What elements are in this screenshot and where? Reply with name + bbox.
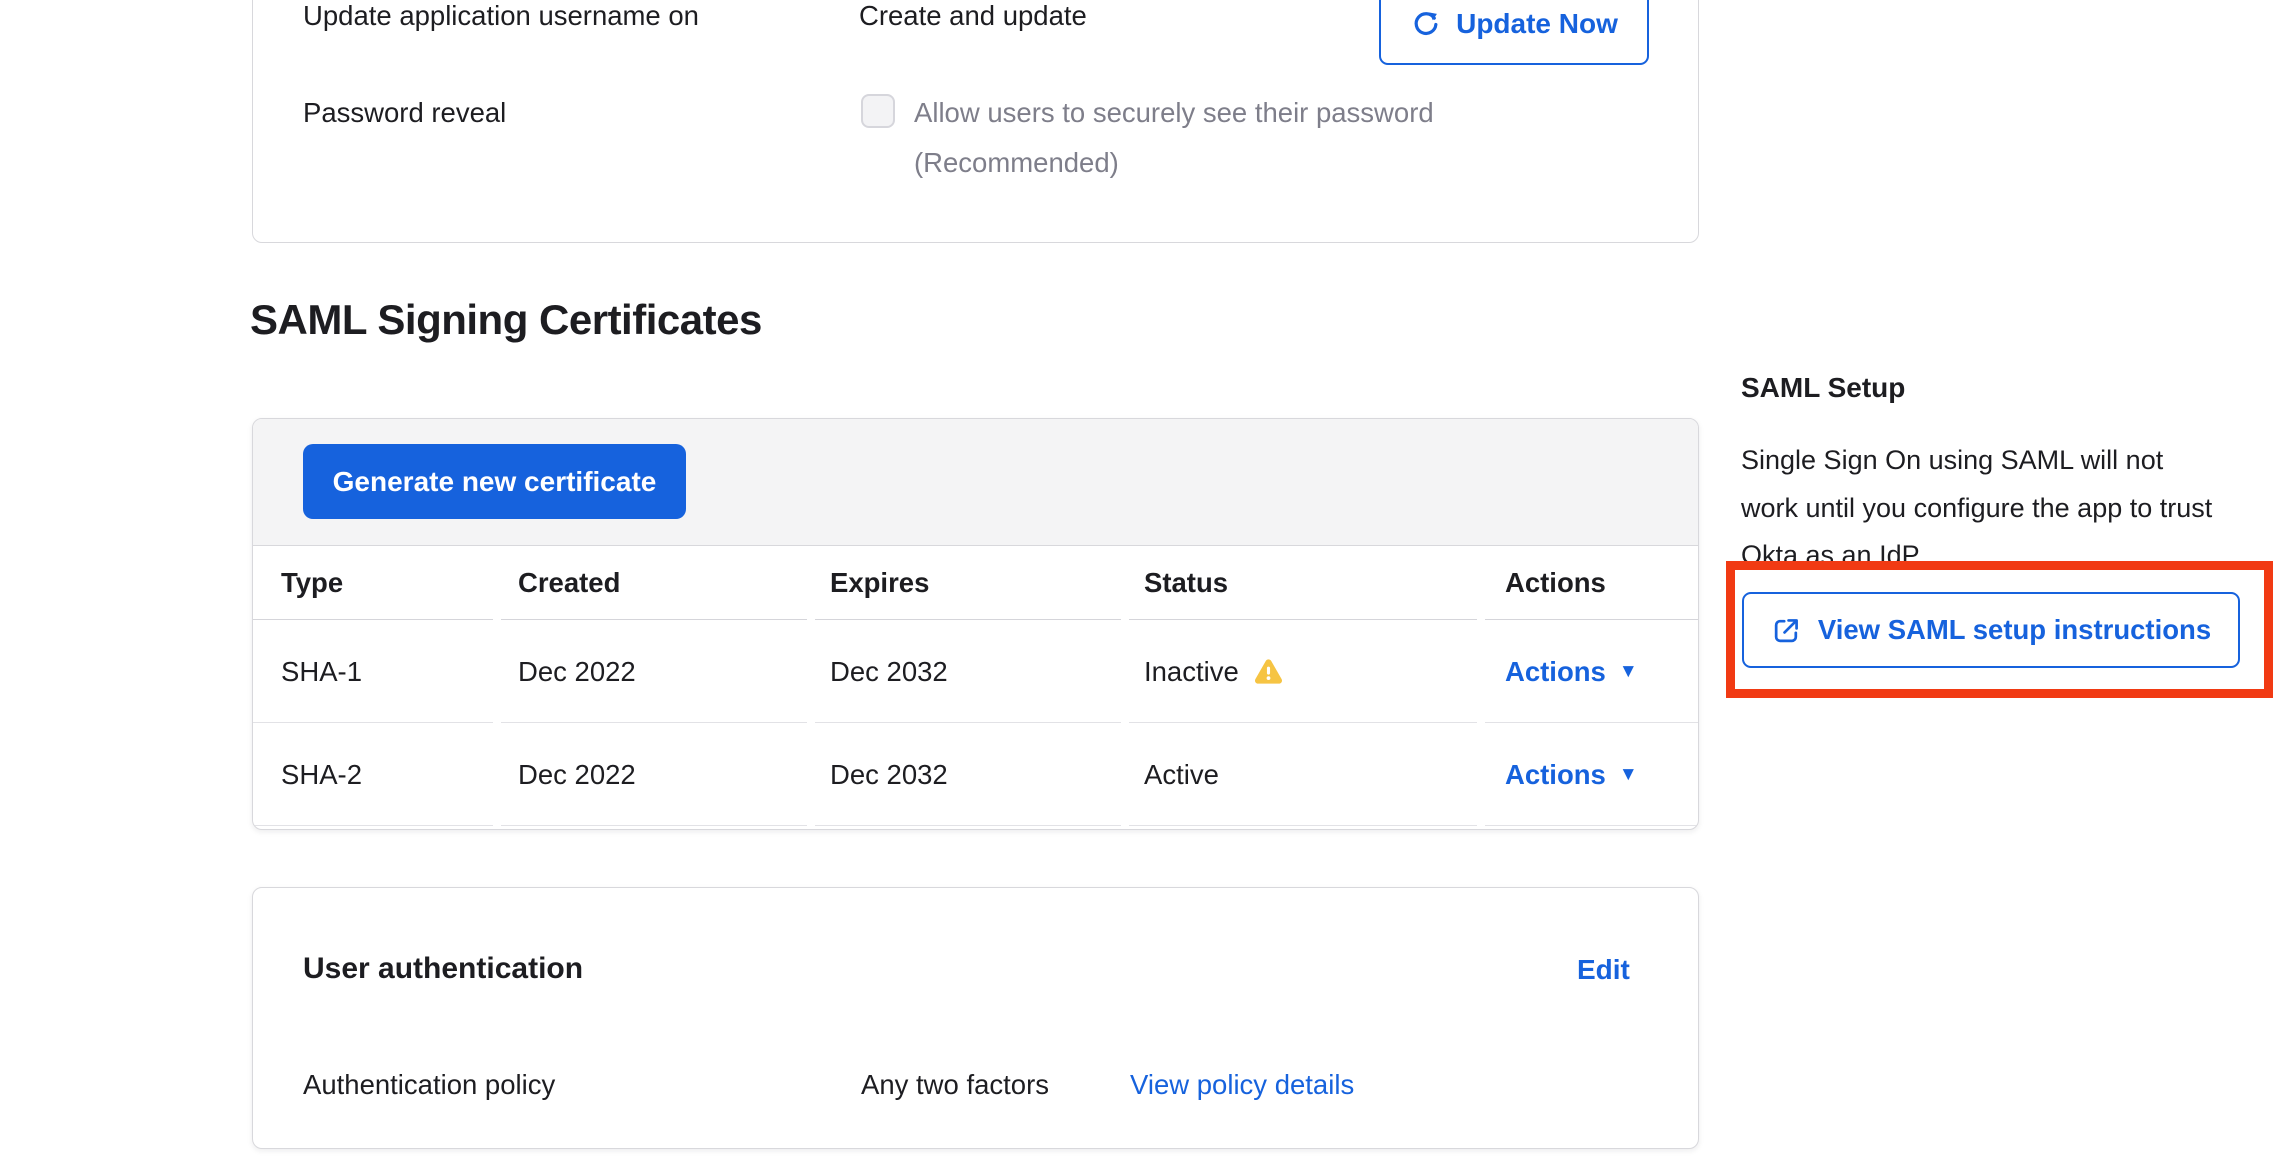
header-actions: Actions [1485,546,1698,620]
header-created: Created [501,546,807,620]
actions-label: Actions [1505,759,1606,791]
actions-dropdown-sha2[interactable]: Actions ▼ [1505,759,1638,791]
status-text: Active [1144,759,1219,791]
cell-created: Dec 2022 [501,724,807,826]
password-reveal-label: Password reveal [303,96,506,130]
certificates-toolbar: Generate new certificate [253,419,1698,546]
header-status: Status [1129,546,1477,620]
cell-actions: Actions ▼ [1485,621,1698,723]
header-type: Type [253,546,493,620]
user-authentication-title: User authentication [303,952,583,986]
status-text: Inactive [1144,656,1239,688]
password-reveal-recommended-note: (Recommended) [914,146,1119,180]
sign-on-settings-panel: Update application username on Create an… [252,0,1699,243]
caret-down-icon: ▼ [1619,765,1638,784]
refresh-icon [1410,8,1442,40]
cell-actions: Actions ▼ [1485,724,1698,826]
saml-signing-certificates-heading: SAML Signing Certificates [250,296,762,344]
cell-type: SHA-1 [253,621,493,723]
cell-expires: Dec 2032 [815,621,1121,723]
authentication-policy-label: Authentication policy [303,1068,555,1102]
external-link-icon [1771,615,1802,646]
certificates-panel: Generate new certificate Type Created Ex… [252,418,1699,830]
saml-setup-description: Single Sign On using SAML will not work … [1741,437,2221,580]
saml-setup-heading: SAML Setup [1741,372,1905,404]
authentication-policy-value: Any two factors [861,1068,1049,1102]
generate-new-certificate-button[interactable]: Generate new certificate [303,444,686,519]
actions-label: Actions [1505,656,1606,688]
user-authentication-panel: User authentication Edit Authentication … [252,887,1699,1149]
view-saml-setup-instructions-button[interactable]: View SAML setup instructions [1742,592,2240,668]
password-reveal-checkbox-label: Allow users to securely see their passwo… [914,96,1434,130]
header-expires: Expires [815,546,1121,620]
okta-app-settings-page: Update application username on Create an… [0,0,2279,1158]
cell-expires: Dec 2032 [815,724,1121,826]
table-row-sha2: SHA-2 Dec 2022 Dec 2032 Active Actions ▼ [253,724,1698,826]
cell-created: Dec 2022 [501,621,807,723]
cell-status: Inactive [1129,621,1477,723]
password-reveal-checkbox[interactable] [861,94,895,128]
view-policy-details-link[interactable]: View policy details [1130,1068,1354,1102]
cell-type: SHA-2 [253,724,493,826]
table-row-sha1: SHA-1 Dec 2022 Dec 2032 Inactive Actions… [253,621,1698,723]
update-now-button[interactable]: Update Now [1379,0,1649,65]
edit-link[interactable]: Edit [1577,954,1630,986]
actions-dropdown-sha1[interactable]: Actions ▼ [1505,656,1638,688]
username-update-label: Update application username on [303,0,699,33]
username-update-value: Create and update [859,0,1087,33]
warning-icon [1253,656,1284,687]
cell-status: Active [1129,724,1477,826]
view-saml-setup-instructions-label: View SAML setup instructions [1818,614,2211,646]
update-now-label: Update Now [1456,8,1618,40]
certificates-table-header: Type Created Expires Status Actions [253,546,1698,620]
caret-down-icon: ▼ [1619,662,1638,681]
